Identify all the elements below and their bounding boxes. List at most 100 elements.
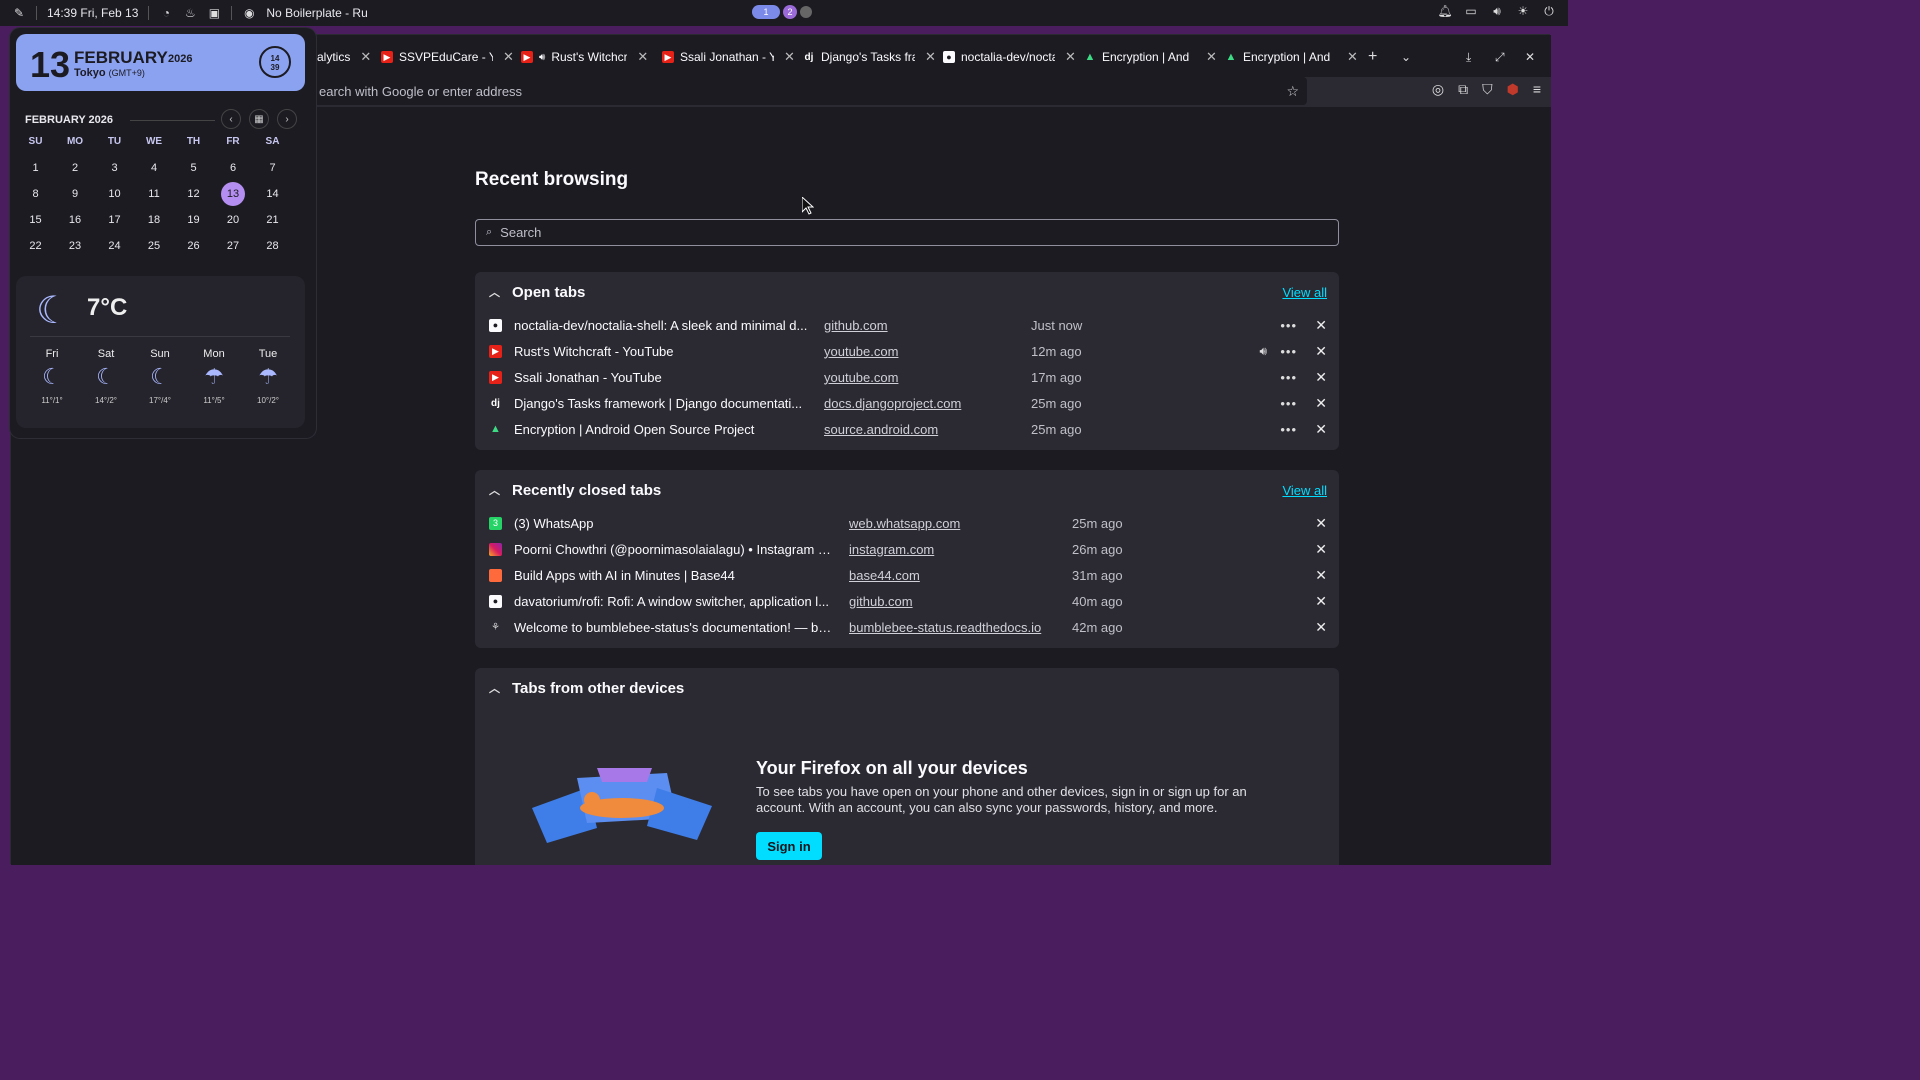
speaker-icon[interactable]: 🔊︎ — [539, 52, 545, 63]
tab-close-icon[interactable]: ✕ — [925, 49, 936, 65]
sign-in-button[interactable]: Sign in — [756, 832, 822, 860]
close-icon[interactable]: ✕ — [1315, 567, 1327, 584]
tab-row[interactable]: ● davatorium/rofi: Rofi: A window switche… — [475, 588, 1339, 614]
calendar-day[interactable]: 1 — [16, 162, 55, 174]
calendar-day[interactable]: 13 — [214, 188, 253, 200]
calendar-day[interactable]: 6 — [214, 162, 253, 174]
close-icon[interactable]: ✕ — [1315, 395, 1327, 412]
brightness-icon[interactable]: ☀ — [1516, 4, 1530, 18]
calendar-day[interactable]: 12 — [174, 188, 213, 200]
open-tabs-view-all[interactable]: View all — [1282, 285, 1327, 300]
calendar-day[interactable]: 2 — [56, 162, 95, 174]
tab-close-icon[interactable]: ✕ — [1347, 49, 1358, 65]
close-icon[interactable]: ✕ — [1315, 515, 1327, 532]
shield-icon[interactable]: ⛉ — [1482, 81, 1493, 98]
close-icon[interactable]: ✕ — [1315, 317, 1327, 334]
chevron-left-icon[interactable]: ‹ — [221, 109, 241, 129]
list-all-tabs-icon[interactable]: ⌄ — [1401, 44, 1411, 70]
active-window-title[interactable]: No Boilerplate - Ru — [266, 6, 367, 20]
tab-row-url[interactable]: github.com — [824, 318, 888, 333]
cpu-gauge-icon[interactable]: ◔ — [159, 6, 173, 20]
open-tabs-header[interactable]: ︿ Open tabs View all — [475, 272, 1339, 312]
tab[interactable]: ▶ 🔊︎ Rust's Witchcra ✕ — [521, 44, 655, 70]
window-close-icon[interactable]: ✕ — [1525, 44, 1535, 70]
tab[interactable]: ▲ Encryption | And ✕ — [1084, 44, 1218, 70]
tab-close-icon[interactable]: ✕ — [360, 49, 371, 65]
download-icon[interactable]: ⤓ — [1466, 44, 1471, 70]
address-bar[interactable]: earch with Google or enter address ☆ — [311, 77, 1307, 105]
chevron-right-icon[interactable]: › — [277, 109, 297, 129]
more-options-icon[interactable]: ••• — [1280, 318, 1297, 333]
tab-row-url[interactable]: youtube.com — [824, 370, 898, 385]
workspace-1[interactable]: 1 — [752, 5, 780, 19]
other-devices-header[interactable]: ︿ Tabs from other devices — [475, 668, 1339, 708]
power-icon[interactable]: ⏻ — [1542, 4, 1556, 18]
calendar-day[interactable]: 3 — [95, 162, 134, 174]
extensions-icon[interactable]: ⧉ — [1458, 81, 1468, 98]
clock-datetime[interactable]: 14:39 Fri, Feb 13 — [47, 6, 138, 20]
calendar-day[interactable]: 10 — [95, 188, 134, 200]
chevron-up-icon[interactable]: ︿ — [489, 680, 500, 696]
tab-close-icon[interactable]: ✕ — [637, 49, 648, 65]
recently-closed-view-all[interactable]: View all — [1282, 483, 1327, 498]
tab-row-url[interactable]: source.android.com — [824, 422, 938, 437]
tab[interactable]: ▶ SSVPEduCare - You ✕ — [381, 44, 521, 70]
more-options-icon[interactable]: ••• — [1280, 344, 1297, 359]
calendar-day[interactable]: 16 — [56, 214, 95, 226]
close-icon[interactable]: ✕ — [1315, 619, 1327, 636]
chevron-up-icon[interactable]: ︿ — [489, 284, 500, 300]
chevron-up-icon[interactable]: ︿ — [489, 482, 500, 498]
launcher-icon[interactable]: ✎ — [12, 6, 26, 20]
calendar-day[interactable]: 28 — [253, 240, 292, 252]
calendar-today-icon[interactable]: ▦ — [249, 109, 269, 129]
ublock-icon[interactable]: ⬢ — [1507, 81, 1519, 98]
recently-closed-header[interactable]: ︿ Recently closed tabs View all — [475, 470, 1339, 510]
calendar-day[interactable]: 20 — [214, 214, 253, 226]
close-icon[interactable]: ✕ — [1315, 421, 1327, 438]
tab-row-url[interactable]: bumblebee-status.readthedocs.io — [849, 620, 1041, 635]
tab-close-icon[interactable]: ✕ — [1206, 49, 1217, 65]
close-icon[interactable]: ✕ — [1315, 343, 1327, 360]
tab-row-url[interactable]: base44.com — [849, 568, 920, 583]
tab-row[interactable]: ▲ Encryption | Android Open Source Projec… — [475, 416, 1339, 442]
workspace-2[interactable]: 2 — [783, 5, 797, 19]
calendar-day[interactable]: 9 — [56, 188, 95, 200]
calendar-day[interactable]: 21 — [253, 214, 292, 226]
calendar-day[interactable]: 26 — [174, 240, 213, 252]
account-icon[interactable]: ◎ — [1432, 81, 1444, 98]
volume-icon[interactable]: 🔊︎ — [1490, 4, 1504, 18]
calendar-day[interactable]: 8 — [16, 188, 55, 200]
media-icon[interactable]: ◉ — [242, 6, 256, 20]
tab-row-url[interactable]: web.whatsapp.com — [849, 516, 960, 531]
tab-close-icon[interactable]: ✕ — [503, 49, 514, 65]
calendar-day[interactable]: 19 — [174, 214, 213, 226]
tab[interactable]: ▲ Encryption | And ✕ — [1225, 44, 1359, 70]
tab-row-url[interactable]: instagram.com — [849, 542, 934, 557]
calendar-day[interactable]: 14 — [253, 188, 292, 200]
fullscreen-icon[interactable]: ⤢ — [1495, 44, 1505, 70]
bookmark-star-icon[interactable]: ☆ — [1286, 83, 1299, 100]
workspace-3[interactable] — [800, 6, 812, 18]
bell-icon[interactable]: 🔔︎ — [1437, 4, 1452, 18]
calendar-day[interactable]: 7 — [253, 162, 292, 174]
tab-row-url[interactable]: github.com — [849, 594, 913, 609]
speaker-icon[interactable]: 🔊︎ — [1259, 344, 1267, 359]
calendar-day[interactable]: 27 — [214, 240, 253, 252]
tab-close-icon[interactable]: ✕ — [1065, 49, 1076, 65]
calendar-day[interactable]: 24 — [95, 240, 134, 252]
tab[interactable]: ● noctalia-dev/nocta ✕ — [943, 44, 1077, 70]
calendar-day[interactable]: 5 — [174, 162, 213, 174]
tab[interactable]: ▶ Ssali Jonathan - Yo ✕ — [662, 44, 796, 70]
calendar-day[interactable]: 18 — [135, 214, 174, 226]
tab-row[interactable]: Build Apps with AI in Minutes | Base44 ba… — [475, 562, 1339, 588]
more-options-icon[interactable]: ••• — [1280, 396, 1297, 411]
tab-row[interactable]: Poorni Chowthri (@poornimasolaialagu) • … — [475, 536, 1339, 562]
calendar-day[interactable]: 11 — [135, 188, 174, 200]
tab-close-icon[interactable]: ✕ — [784, 49, 795, 65]
calendar-day[interactable]: 22 — [16, 240, 55, 252]
tab-row-url[interactable]: docs.djangoproject.com — [824, 396, 961, 411]
calendar-day[interactable]: 15 — [16, 214, 55, 226]
more-options-icon[interactable]: ••• — [1280, 422, 1297, 437]
tab-row[interactable]: ⚘ Welcome to bumblebee-status's documenta… — [475, 614, 1339, 640]
tab-row[interactable]: ▶ Rust's Witchcraft - YouTube youtube.com 1… — [475, 338, 1339, 364]
